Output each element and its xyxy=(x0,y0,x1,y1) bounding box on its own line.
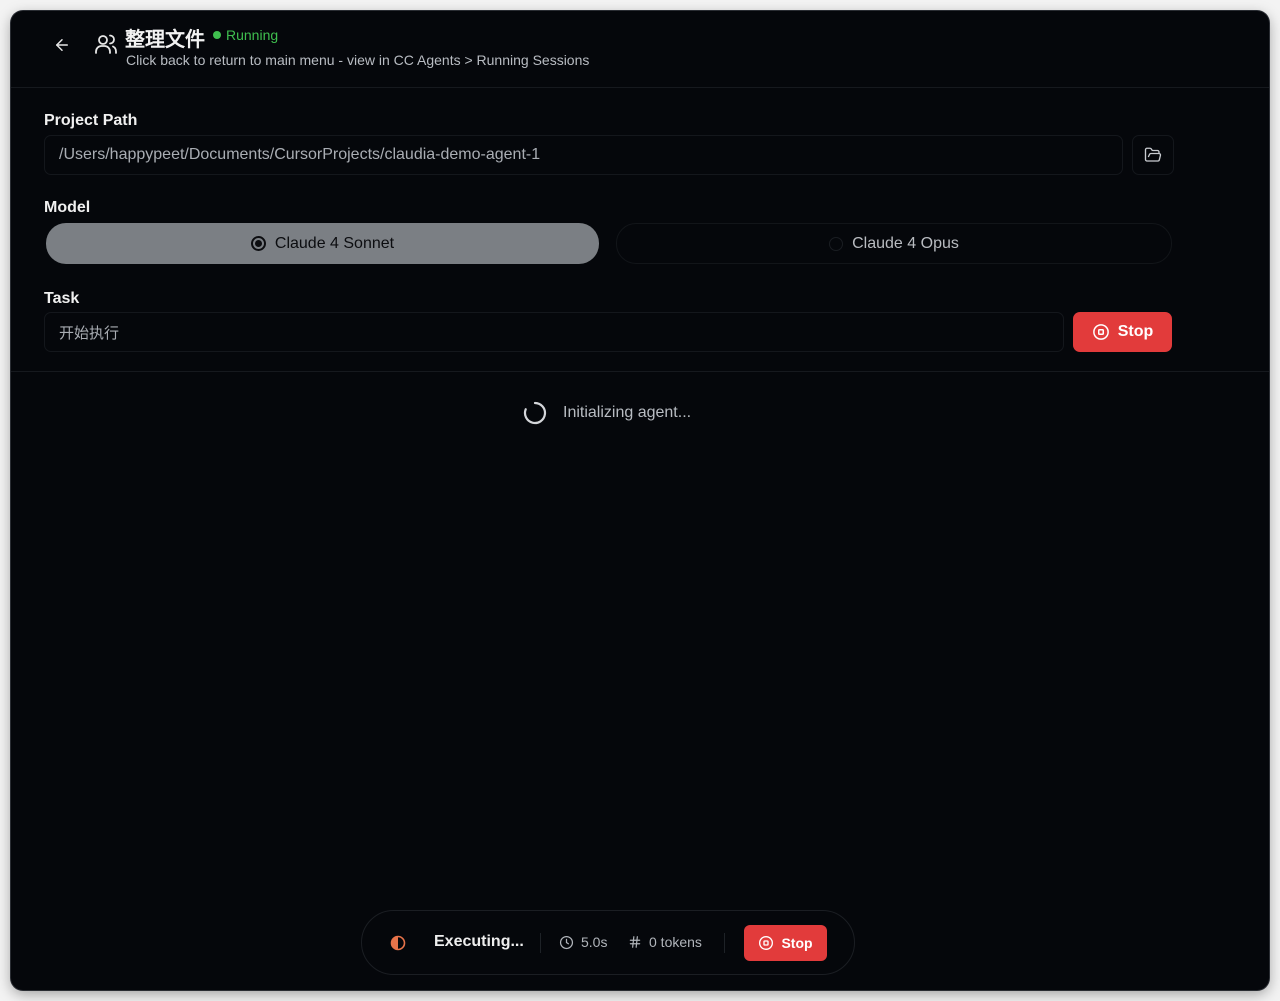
elapsed-time: 5.0s xyxy=(559,934,607,950)
page-title: 整理文件 xyxy=(125,27,205,51)
token-count: 0 tokens xyxy=(628,934,702,950)
header-subtitle: Click back to return to main menu - view… xyxy=(126,52,590,68)
divider xyxy=(11,371,1269,372)
radio-selected-icon xyxy=(250,236,266,251)
stop-circle-icon xyxy=(759,936,774,950)
folder-open-icon xyxy=(1144,147,1162,162)
status-dot-icon xyxy=(213,31,221,39)
separator xyxy=(724,933,725,953)
status-badge: Running xyxy=(213,27,278,43)
agent-execution-window: 整理文件 Running Click back to return to mai… xyxy=(11,11,1269,990)
browse-folder-button[interactable] xyxy=(1132,135,1174,175)
project-path-input[interactable]: /Users/happypeet/Documents/CursorProject… xyxy=(44,135,1123,175)
elapsed-time-value: 5.0s xyxy=(581,934,608,950)
task-label: Task xyxy=(44,290,80,307)
users-icon xyxy=(95,34,117,54)
model-option-label: Claude 4 Sonnet xyxy=(274,234,395,252)
stop-circle-icon xyxy=(1092,324,1109,340)
header: 整理文件 Running Click back to return to mai… xyxy=(11,11,1269,88)
project-path-label: Project Path xyxy=(44,112,138,129)
stop-button-label: Stop xyxy=(1117,323,1154,340)
task-input[interactable]: 开始执行 xyxy=(44,312,1064,352)
status-text: Running xyxy=(226,27,279,43)
bottom-stop-label: Stop xyxy=(781,935,813,951)
back-button[interactable] xyxy=(49,32,75,58)
separator xyxy=(540,933,541,953)
bottom-stop-button[interactable]: Stop xyxy=(744,925,827,961)
model-label: Model xyxy=(44,199,91,216)
radio-unselected-icon xyxy=(829,236,844,251)
stop-button[interactable]: Stop xyxy=(1073,312,1172,352)
hash-icon xyxy=(629,936,641,948)
executing-indicator xyxy=(390,935,406,951)
loading-indicator: Initializing agent... xyxy=(523,401,691,425)
model-option-label: Claude 4 Opus xyxy=(852,234,959,252)
arrow-left-icon xyxy=(56,39,68,51)
execution-status-text: Executing... xyxy=(434,933,524,950)
model-option-opus[interactable]: Claude 4 Opus xyxy=(616,223,1172,264)
half-circle-icon xyxy=(390,935,406,951)
loading-text: Initializing agent... xyxy=(563,404,692,421)
execution-status-bar: Executing... 5.0s 0 tokens Stop xyxy=(361,910,855,975)
model-option-sonnet[interactable]: Claude 4 Sonnet xyxy=(46,223,599,264)
clock-icon xyxy=(559,935,574,949)
loader-icon xyxy=(523,401,547,425)
token-count-value: 0 tokens xyxy=(649,934,702,950)
